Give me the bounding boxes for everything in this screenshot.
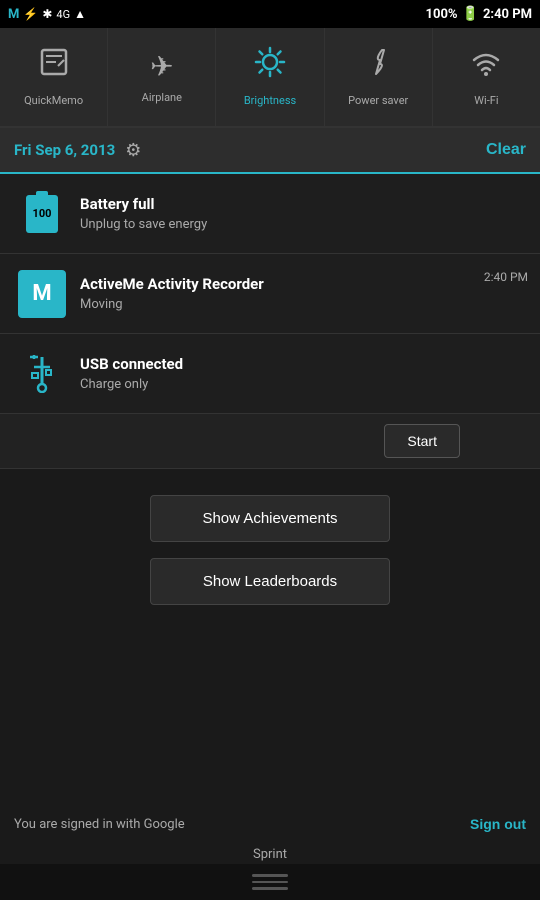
bluetooth-icon: ✱: [42, 7, 52, 21]
notifications-list: 100 Battery full Unplug to save energy M…: [0, 174, 540, 414]
nav-lines-icon: [252, 874, 288, 890]
brightness-icon: [254, 46, 286, 86]
powersaver-icon: [362, 46, 394, 86]
qs-quickmemo-label: QuickMemo: [24, 94, 83, 107]
date-left-section: Fri Sep 6, 2013 ⚙: [14, 140, 141, 161]
show-leaderboards-button[interactable]: Show Leaderboards: [150, 558, 390, 605]
qs-powersaver-label: Power saver: [348, 94, 408, 107]
activeme-notif-time: 2:40 PM: [484, 268, 528, 284]
status-bar: M ⚡ ✱ 4G ▲ 100% 🔋 2:40 PM: [0, 0, 540, 28]
airplane-icon: ✈: [150, 50, 173, 83]
qs-wifi[interactable]: Wi-Fi: [433, 28, 540, 126]
nav-line-2: [252, 881, 288, 884]
quickmemo-icon: [38, 46, 70, 86]
game-content-area: Start Show Achievements Show Leaderboard…: [0, 414, 540, 900]
nav-line-3: [252, 887, 288, 890]
signout-button[interactable]: Sign out: [470, 816, 526, 832]
show-leaderboards-container: Show Leaderboards: [0, 542, 540, 605]
battery-notif-title: Battery full: [80, 195, 528, 213]
quick-settings-bar: QuickMemo ✈ Airplane: [0, 28, 540, 128]
page-wrapper: M ⚡ ✱ 4G ▲ 100% 🔋 2:40 PM QuickMemo: [0, 0, 540, 900]
usb-notif-icon: [26, 355, 58, 393]
date-bar: Fri Sep 6, 2013 ⚙ Clear: [0, 128, 540, 174]
qs-wifi-label: Wi-Fi: [474, 94, 498, 107]
qs-brightness[interactable]: Brightness: [216, 28, 324, 126]
show-achievements-container: Show Achievements: [0, 469, 540, 542]
date-display: Fri Sep 6, 2013: [14, 141, 115, 159]
activeme-notif-content: ActiveMe Activity Recorder Moving: [72, 275, 484, 312]
clear-notifications-button[interactable]: Clear: [486, 141, 526, 159]
sprint-label: Sprint: [253, 847, 287, 862]
qs-powersaver[interactable]: Power saver: [325, 28, 433, 126]
usb-notif-subtitle: Charge only: [80, 377, 528, 392]
activeme-notif-subtitle: Moving: [80, 297, 484, 312]
nav-bar: [0, 864, 540, 900]
usb-status-icon: ⚡: [23, 7, 38, 21]
activeme-m-icon: M: [32, 281, 51, 306]
start-button-row: Start: [0, 414, 540, 469]
battery-percent: 100%: [426, 7, 458, 22]
battery-icon: 🔋: [462, 6, 479, 22]
network-type-icon: 4G: [56, 8, 70, 21]
usb-notif-icon-wrap: [12, 355, 72, 393]
usb-notif-content: USB connected Charge only: [72, 355, 528, 392]
battery-notif-content: Battery full Unplug to save energy: [72, 195, 528, 232]
signin-text: You are signed in with Google: [14, 817, 185, 832]
status-right: 100% 🔋 2:40 PM: [426, 6, 532, 22]
battery-full-icon: 100: [26, 195, 58, 233]
wifi-icon: [470, 46, 502, 86]
signin-bar: You are signed in with Google Sign out: [0, 806, 540, 842]
battery-notif-icon-wrap: 100: [12, 195, 72, 233]
qs-airplane[interactable]: ✈ Airplane: [108, 28, 216, 126]
nav-line-1: [252, 874, 288, 877]
notification-activeme[interactable]: M ActiveMe Activity Recorder Moving 2:40…: [0, 254, 540, 334]
settings-gear-icon[interactable]: ⚙: [125, 140, 141, 161]
qs-brightness-label: Brightness: [244, 94, 296, 107]
activeme-notif-icon-wrap: M: [12, 270, 72, 318]
status-left-icons: M ⚡ ✱ 4G ▲: [8, 7, 86, 22]
battery-notif-subtitle: Unplug to save energy: [80, 217, 528, 232]
notification-battery[interactable]: 100 Battery full Unplug to save energy: [0, 174, 540, 254]
start-button[interactable]: Start: [384, 424, 460, 458]
show-achievements-button[interactable]: Show Achievements: [150, 495, 390, 542]
activeme-notif-title: ActiveMe Activity Recorder: [80, 275, 484, 293]
notification-usb[interactable]: USB connected Charge only: [0, 334, 540, 414]
time-display: 2:40 PM: [483, 7, 532, 22]
usb-notif-title: USB connected: [80, 355, 528, 373]
qs-airplane-label: Airplane: [142, 91, 182, 104]
carrier-icon: M: [8, 7, 19, 22]
qs-quickmemo[interactable]: QuickMemo: [0, 28, 108, 126]
signal-icon: ▲: [74, 7, 86, 21]
